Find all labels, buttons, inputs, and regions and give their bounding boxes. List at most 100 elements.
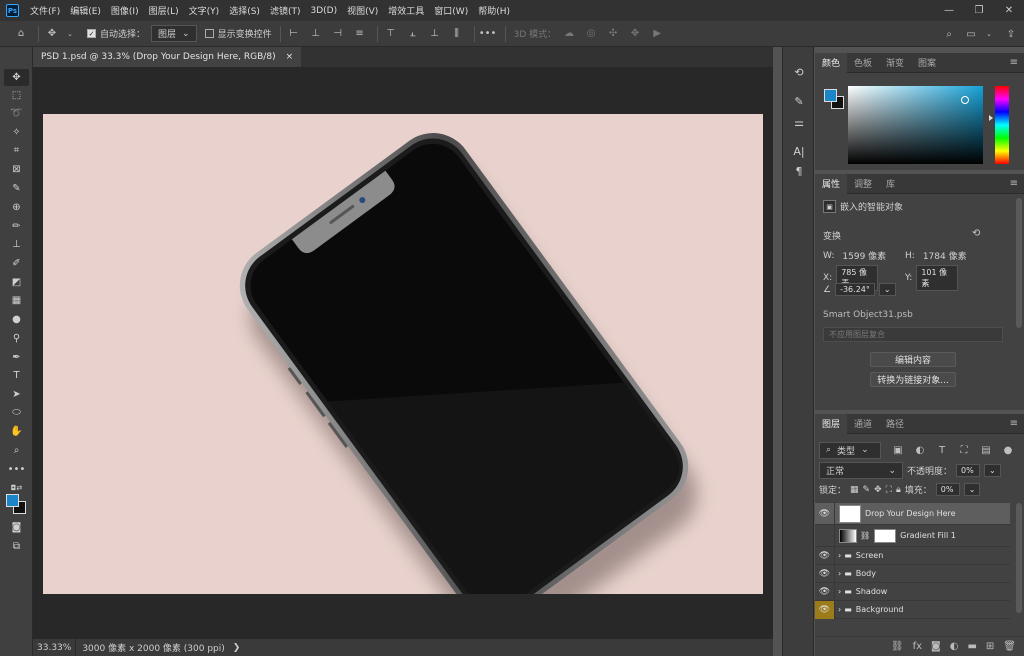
zoom-level[interactable]: 33.33% xyxy=(33,639,77,656)
close-icon[interactable]: × xyxy=(286,52,294,62)
chevron-down-icon[interactable]: ⌄ xyxy=(984,464,1001,477)
blur-tool-icon[interactable]: ● xyxy=(4,311,29,328)
chevron-down-icon[interactable]: ⌄ xyxy=(61,25,79,43)
edit-contents-button[interactable]: 编辑内容 xyxy=(870,352,956,367)
tab-swatches[interactable]: 色板 xyxy=(847,53,879,73)
menu-plugins[interactable]: 增效工具 xyxy=(383,4,429,17)
adjustment-layer-icon[interactable]: ◐ xyxy=(950,641,959,652)
tab-paths[interactable]: 路径 xyxy=(879,414,911,434)
blend-mode-dropdown[interactable]: 正常 ⌄ xyxy=(819,462,903,479)
new-group-icon[interactable]: ▬ xyxy=(967,641,976,652)
angle-field[interactable]: -36.24° xyxy=(835,283,875,296)
eye-icon[interactable]: 👁︎ xyxy=(815,600,835,619)
delete-layer-icon[interactable]: 🗑︎ xyxy=(1003,641,1016,652)
tab-patterns[interactable]: 图案 xyxy=(911,53,943,73)
layer-gradient-fill-1[interactable]: ⛓ Gradient Fill 1 xyxy=(815,524,1010,547)
panel-menu-icon[interactable]: ≡ xyxy=(1010,418,1018,429)
chevron-down-icon[interactable]: ⌄ xyxy=(963,483,981,496)
pan-3d-icon[interactable]: ✣ xyxy=(604,25,622,43)
menu-edit[interactable]: 编辑(E) xyxy=(65,4,106,17)
search-icon[interactable]: ⌕ xyxy=(940,25,958,43)
roll-3d-icon[interactable]: ◎ xyxy=(582,25,600,43)
type-filter-icon[interactable]: T xyxy=(933,441,951,459)
move-tool-icon[interactable]: ✥ xyxy=(43,25,61,43)
healing-brush-tool-icon[interactable]: ⊕ xyxy=(4,199,29,216)
chevron-right-icon[interactable]: › xyxy=(838,551,841,560)
layer-drop-your-design-here[interactable]: 👁︎ Drop Your Design Here xyxy=(815,502,1010,525)
eraser-tool-icon[interactable]: ◩ xyxy=(4,274,29,291)
adjustment-filter-icon[interactable]: ◐ xyxy=(911,441,929,459)
slide-3d-icon[interactable]: ✥ xyxy=(626,25,644,43)
eyedropper-tool-icon[interactable]: ✎ xyxy=(4,180,29,197)
menu-3d[interactable]: 3D(D) xyxy=(305,6,342,16)
lock-artboard-icon[interactable]: ⛶ xyxy=(886,485,892,495)
convert-linked-button[interactable]: 转换为链接对象... xyxy=(870,372,956,387)
eye-icon[interactable]: 👁︎ xyxy=(815,502,835,525)
layer-style-icon[interactable]: fx xyxy=(913,641,922,652)
zoom-tool-icon[interactable]: ⌕ xyxy=(4,442,29,459)
width-value[interactable]: 1599 像素 xyxy=(842,249,886,262)
show-transform-checkbox[interactable] xyxy=(204,29,214,38)
layer-group-screen[interactable]: 👁︎ › ▬ Screen xyxy=(815,546,1010,565)
foreground-color-swatch[interactable] xyxy=(824,89,837,102)
tab-color[interactable]: 颜色 xyxy=(815,52,848,73)
height-value[interactable]: 1784 像素 xyxy=(923,249,967,262)
canvas[interactable] xyxy=(43,114,763,594)
link-icon[interactable]: ⛓ xyxy=(860,531,870,540)
pen-tool-icon[interactable]: ✒ xyxy=(4,349,29,366)
menu-type[interactable]: 文字(Y) xyxy=(184,4,225,17)
crop-tool-icon[interactable]: ⌗ xyxy=(4,142,29,159)
close-button[interactable]: ✕ xyxy=(994,0,1024,21)
lasso-tool-icon[interactable]: ➰ xyxy=(4,105,29,122)
align-left-icon[interactable]: ⊢ xyxy=(285,25,303,43)
history-brush-tool-icon[interactable]: ✐ xyxy=(4,255,29,272)
dodge-tool-icon[interactable]: ⚲ xyxy=(4,330,29,347)
lock-all-icon[interactable]: 🔒︎ xyxy=(896,485,901,495)
menu-window[interactable]: 窗口(W) xyxy=(429,4,473,17)
menu-view[interactable]: 视图(V) xyxy=(342,4,383,17)
fill-field[interactable]: 0% xyxy=(935,483,960,496)
tab-layers[interactable]: 图层 xyxy=(815,413,848,434)
clone-stamp-tool-icon[interactable]: ⊥ xyxy=(4,236,29,253)
y-field[interactable]: 101 像素 xyxy=(916,265,959,291)
chevron-down-icon[interactable]: ⌄ xyxy=(878,283,896,296)
align-top-icon[interactable]: ⊤ xyxy=(382,25,400,43)
layer-comp-dropdown[interactable]: 不应用图层复合 xyxy=(823,327,1003,342)
tab-libraries[interactable]: 库 xyxy=(879,174,902,194)
menu-select[interactable]: 选择(S) xyxy=(224,4,265,17)
status-arrow-icon[interactable]: ❯ xyxy=(233,643,241,653)
foreground-color-swatch[interactable] xyxy=(6,494,19,507)
auto-select-checkbox[interactable]: ✓ xyxy=(87,29,96,38)
tab-properties[interactable]: 属性 xyxy=(815,173,848,194)
align-right-icon[interactable]: ⊣ xyxy=(329,25,347,43)
chevron-down-icon[interactable]: ⌄ xyxy=(980,25,998,43)
brush-tool-icon[interactable]: ✏ xyxy=(4,218,29,235)
add-mask-icon[interactable]: ◙ xyxy=(931,641,941,652)
align-middle-icon[interactable]: ⫠ xyxy=(404,25,422,43)
frame-tool-icon[interactable]: ⊠ xyxy=(4,161,29,178)
eye-icon[interactable]: 👁︎ xyxy=(815,546,835,565)
history-panel-icon[interactable]: ⟲ xyxy=(789,63,809,81)
maximize-button[interactable]: ❐ xyxy=(964,0,994,21)
shape-filter-icon[interactable]: ⛶ xyxy=(955,441,973,459)
gradient-tool-icon[interactable]: ▦ xyxy=(4,292,29,309)
screen-mode-icon[interactable]: ⧉ xyxy=(4,538,29,555)
auto-select-option[interactable]: ✓ 自动选择： 图层 ⌄ xyxy=(87,25,197,42)
show-transform-option[interactable]: 显示变换控件 xyxy=(204,27,272,40)
menu-file[interactable]: 文件(F) xyxy=(25,4,65,17)
menu-image[interactable]: 图像(I) xyxy=(106,4,144,17)
smart-object-filter-icon[interactable]: ▤ xyxy=(977,441,995,459)
home-icon[interactable]: ⌂ xyxy=(12,25,30,43)
quick-mask-icon[interactable]: ◙ xyxy=(4,519,29,536)
align-center-icon[interactable]: ⊥ xyxy=(307,25,325,43)
tab-channels[interactable]: 通道 xyxy=(847,414,879,434)
layer-group-background[interactable]: 👁︎ › ▬ Background xyxy=(815,600,1010,619)
lock-transparent-icon[interactable]: ▦ xyxy=(850,485,859,495)
path-selection-tool-icon[interactable]: ➤ xyxy=(4,386,29,403)
magic-wand-tool-icon[interactable]: ✧ xyxy=(4,124,29,141)
distribute-vertical-icon[interactable]: ⫼ xyxy=(448,25,466,43)
color-picker-handle[interactable] xyxy=(961,96,969,104)
hand-tool-icon[interactable]: ✋ xyxy=(4,423,29,440)
hue-slider-handle[interactable] xyxy=(989,115,993,121)
move-tool-icon[interactable]: ✥ xyxy=(4,69,29,86)
